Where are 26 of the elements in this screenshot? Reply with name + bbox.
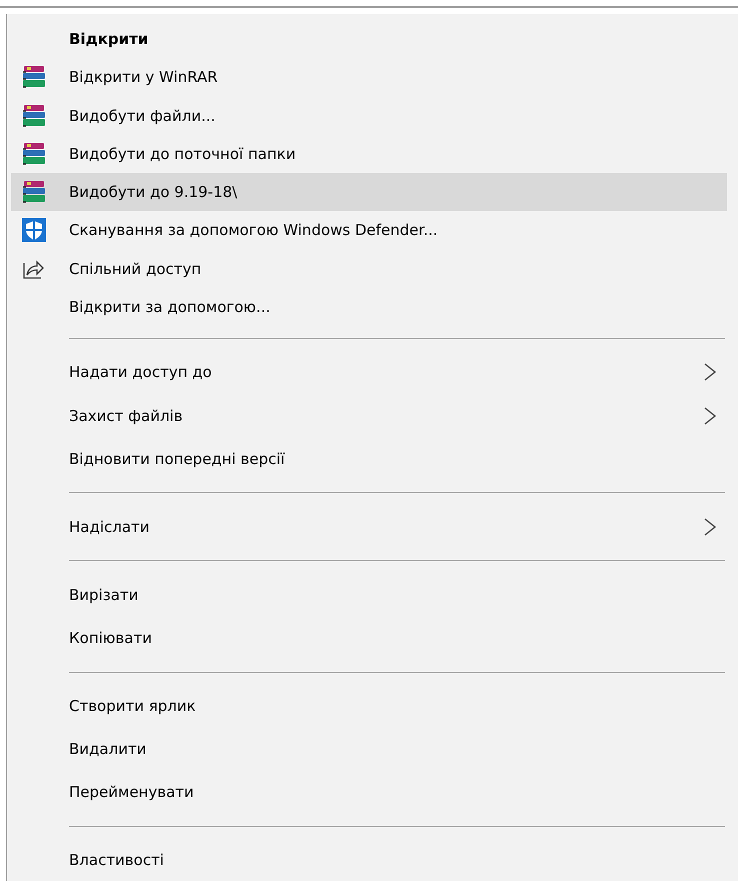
books-icon <box>21 104 47 128</box>
menu-item[interactable]: Відкрити у WinRAR <box>11 58 727 96</box>
books-icon <box>21 142 47 166</box>
books-icon <box>21 180 47 204</box>
chevron-icon <box>703 406 717 426</box>
menu-item[interactable]: Видобути до поточної папки <box>11 134 727 173</box>
books-icon <box>21 65 47 90</box>
menu-item[interactable]: Створити ярлик <box>11 684 727 728</box>
chevron-icon <box>703 516 717 537</box>
menu-item[interactable]: Копіювати <box>11 616 727 660</box>
menu-item[interactable]: Вирізати <box>11 573 727 616</box>
menu-item[interactable]: Надіслати <box>11 505 727 548</box>
shield-icon <box>21 217 47 244</box>
menu-item[interactable]: Відновити попередні версії <box>11 437 727 480</box>
menu-item[interactable]: Видобути до 9.19-18\ <box>11 172 727 212</box>
menu-item[interactable]: Видалити <box>11 728 727 771</box>
menu-item[interactable]: Видобути файли... <box>11 96 727 135</box>
menu-item[interactable]: Сканування за допомогою Windows Defender... <box>11 211 727 250</box>
menu-item[interactable]: Відкрити за допомогою... <box>11 288 727 326</box>
menu-item[interactable]: Перейменувати <box>11 770 727 814</box>
menu-item[interactable]: Відкрити <box>11 20 727 58</box>
menu-item[interactable]: Властивості <box>11 838 727 881</box>
chevron-icon <box>703 362 717 382</box>
menu-item[interactable]: Спільний доступ <box>11 249 727 288</box>
menu-item[interactable]: Захист файлів <box>11 394 727 438</box>
menu-item[interactable]: Надати доступ до <box>11 350 727 394</box>
